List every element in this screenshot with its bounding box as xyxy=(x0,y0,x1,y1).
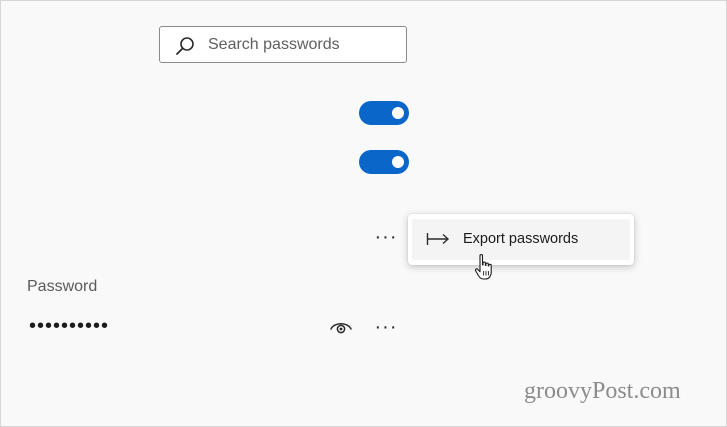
app-window: ··· Export passwords Password ••••••••••… xyxy=(0,0,727,427)
password-row-more-button[interactable]: ··· xyxy=(371,317,401,337)
export-arrow-icon xyxy=(426,233,450,245)
toggle-knob xyxy=(392,156,404,168)
toggle-knob xyxy=(392,107,404,119)
search-box[interactable] xyxy=(159,26,407,63)
toggle-switch-2[interactable] xyxy=(359,150,409,174)
menu-item-export-passwords[interactable]: Export passwords xyxy=(412,219,630,260)
more-actions-button[interactable]: ··· xyxy=(371,227,401,247)
eye-icon[interactable] xyxy=(329,317,353,337)
menu-item-label: Export passwords xyxy=(463,231,579,247)
watermark: groovyPost.com xyxy=(524,378,681,404)
context-menu: Export passwords xyxy=(408,214,634,265)
password-column-heading: Password xyxy=(27,278,98,295)
search-input[interactable] xyxy=(208,27,398,62)
toggle-switch-1[interactable] xyxy=(359,101,409,125)
masked-password-value: •••••••••• xyxy=(29,315,110,337)
more-dots-icon: ··· xyxy=(374,226,398,248)
search-icon xyxy=(176,37,194,55)
more-dots-icon: ··· xyxy=(374,316,398,338)
hand-cursor-icon xyxy=(474,253,492,280)
